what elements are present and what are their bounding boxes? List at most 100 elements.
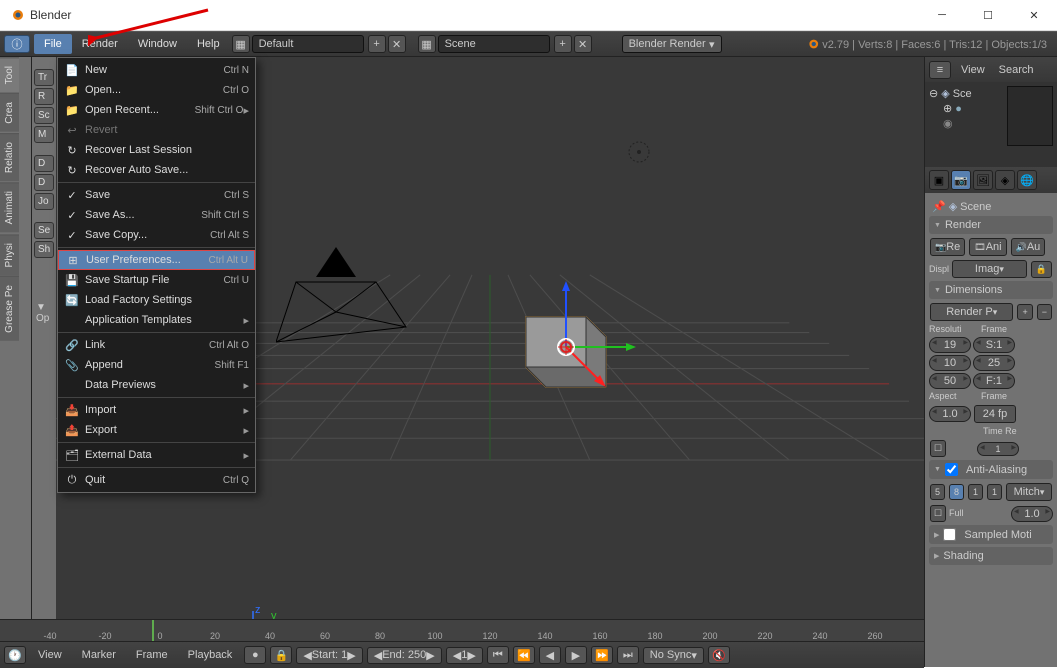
tool-join[interactable]: Jo bbox=[34, 193, 54, 210]
file-menu-link[interactable]: 🔗LinkCtrl Alt O bbox=[58, 335, 255, 355]
res-pct[interactable]: 50 bbox=[929, 373, 971, 389]
animation-button[interactable]: 🎞Ani bbox=[969, 238, 1006, 256]
file-menu-load-factory-settings[interactable]: 🔄Load Factory Settings bbox=[58, 290, 255, 310]
toolshelf-tab-relations[interactable]: Relatio bbox=[0, 133, 19, 181]
keyframe-lock-icon[interactable]: 🔒 bbox=[270, 646, 292, 664]
timeline-type-icon[interactable]: 🕐 bbox=[4, 646, 26, 664]
file-menu-open-recent[interactable]: 📁Open Recent...Shift Ctrl O▸ bbox=[58, 100, 255, 120]
aa-8[interactable]: 8 bbox=[949, 484, 964, 500]
play-icon[interactable]: ▶ bbox=[565, 646, 587, 664]
add-layout-button[interactable]: + bbox=[368, 35, 386, 53]
tool-duplicate[interactable]: D bbox=[34, 155, 54, 172]
prop-tab-camera[interactable]: 📷 bbox=[951, 170, 971, 190]
scene-browse-icon[interactable]: ▦ bbox=[418, 35, 436, 53]
layout-dropdown[interactable]: Default bbox=[252, 35, 364, 53]
file-menu-recover-auto-save[interactable]: ↻Recover Auto Save... bbox=[58, 160, 255, 180]
prop-tab-render[interactable]: ▣ bbox=[929, 170, 949, 190]
audio-button[interactable]: 🔊Au bbox=[1011, 238, 1046, 256]
preset-add[interactable]: + bbox=[1017, 304, 1032, 320]
screen-browse-icon[interactable]: ▦ bbox=[232, 35, 250, 53]
prop-tab-renderlayers[interactable]: 🖼 bbox=[973, 170, 993, 190]
play-reverse-icon[interactable]: ◀ bbox=[539, 646, 561, 664]
border-checkbox[interactable]: ☐ bbox=[930, 440, 946, 457]
file-menu-application-templates[interactable]: Application Templates▸ bbox=[58, 310, 255, 330]
sampled-motion-header[interactable]: Sampled Moti bbox=[929, 525, 1053, 544]
toolshelf-tab-greasepencil[interactable]: Grease Pe bbox=[0, 276, 19, 341]
add-scene-button[interactable]: + bbox=[554, 35, 572, 53]
jump-start-icon[interactable]: ⏮ bbox=[487, 646, 509, 664]
scene-dropdown[interactable]: Scene bbox=[438, 35, 550, 53]
file-menu-revert[interactable]: ↩Revert bbox=[58, 120, 255, 140]
aa-checkbox[interactable] bbox=[945, 463, 958, 476]
menu-window[interactable]: Window bbox=[128, 34, 187, 54]
jump-end-icon[interactable]: ⏭ bbox=[617, 646, 639, 664]
render-preset-dropdown[interactable]: Render P ▾ bbox=[930, 303, 1013, 321]
file-menu-new[interactable]: 📄NewCtrl N bbox=[58, 60, 255, 80]
filter-size[interactable]: 1.0 bbox=[1011, 506, 1053, 522]
display-dropdown[interactable]: Imag ▾ bbox=[952, 260, 1027, 278]
shading-header[interactable]: Shading bbox=[929, 547, 1053, 565]
remove-layout-button[interactable]: ✕ bbox=[388, 35, 406, 53]
aa-5[interactable]: 5 bbox=[930, 484, 945, 500]
file-menu-save-as[interactable]: ✓Save As...Shift Ctrl S bbox=[58, 205, 255, 225]
outliner-tree[interactable]: ⊖◈Sce ⊕● ◉ bbox=[925, 82, 1057, 167]
fps-dropdown[interactable]: 24 fp bbox=[974, 405, 1016, 423]
file-menu-data-previews[interactable]: Data Previews▸ bbox=[58, 375, 255, 395]
info-editor-icon[interactable]: ⓘ bbox=[4, 35, 30, 53]
tl-marker[interactable]: Marker bbox=[74, 649, 124, 661]
timeline-ruler[interactable]: -40-200204060801001201401601802002202402… bbox=[0, 620, 924, 642]
toolshelf-tab-tools[interactable]: Tool bbox=[0, 57, 19, 92]
aa-16[interactable]: 1 bbox=[987, 484, 1002, 500]
frame-start[interactable]: S:1 bbox=[973, 337, 1015, 353]
minimize-button[interactable]: ─ bbox=[919, 0, 965, 30]
step-back-icon[interactable]: ⏪ bbox=[513, 646, 535, 664]
file-menu-append[interactable]: 📎AppendShift F1 bbox=[58, 355, 255, 375]
playhead[interactable] bbox=[152, 620, 154, 641]
menu-render[interactable]: Render bbox=[72, 34, 128, 54]
tl-view[interactable]: View bbox=[30, 649, 70, 661]
maximize-button[interactable]: ☐ bbox=[965, 0, 1011, 30]
tool-shade[interactable]: Sh bbox=[34, 241, 54, 258]
file-menu-open[interactable]: 📁Open...Ctrl O bbox=[58, 80, 255, 100]
render-section-header[interactable]: Render bbox=[929, 216, 1053, 234]
file-menu-recover-last-session[interactable]: ↻Recover Last Session bbox=[58, 140, 255, 160]
time-remap[interactable]: 1 bbox=[977, 442, 1019, 456]
tool-translate[interactable]: Tr bbox=[34, 69, 54, 86]
frame-start-field[interactable]: ◀ Start: 1 ▶ bbox=[296, 647, 362, 664]
render-button[interactable]: 📷Re bbox=[930, 238, 965, 256]
preset-remove[interactable]: − bbox=[1037, 304, 1052, 320]
operator-panel-header[interactable]: ▼ Op bbox=[32, 298, 56, 328]
tool-scale[interactable]: Sc bbox=[34, 107, 54, 124]
file-menu-save-copy[interactable]: ✓Save Copy...Ctrl Alt S bbox=[58, 225, 255, 245]
tl-frame[interactable]: Frame bbox=[128, 649, 176, 661]
outliner-view[interactable]: View bbox=[957, 64, 989, 76]
tool-delete[interactable]: D bbox=[34, 174, 54, 191]
file-menu-export[interactable]: 📤Export▸ bbox=[58, 420, 255, 440]
tool-rotate[interactable]: R bbox=[34, 88, 54, 105]
sync-dropdown[interactable]: No Sync ▾ bbox=[643, 647, 704, 664]
toolshelf-tab-create[interactable]: Crea bbox=[0, 93, 19, 132]
tool-set[interactable]: Se bbox=[34, 222, 54, 239]
tool-mirror[interactable]: M bbox=[34, 126, 54, 143]
res-y[interactable]: 10 bbox=[929, 355, 971, 371]
toolshelf-tab-physics[interactable]: Physi bbox=[0, 234, 19, 275]
res-x[interactable]: 19 bbox=[929, 337, 971, 353]
file-menu-quit[interactable]: ⏻QuitCtrl Q bbox=[58, 470, 255, 490]
file-menu-import[interactable]: 📥Import▸ bbox=[58, 400, 255, 420]
menu-help[interactable]: Help bbox=[187, 34, 230, 54]
step-fwd-icon[interactable]: ⏩ bbox=[591, 646, 613, 664]
aa-section-header[interactable]: Anti-Aliasing bbox=[929, 460, 1053, 479]
frame-step[interactable]: F:1 bbox=[973, 373, 1015, 389]
aspect-x[interactable]: 1.0 bbox=[929, 406, 971, 422]
frame-current-field[interactable]: ◀ 1 ▶ bbox=[446, 647, 483, 664]
dimensions-section-header[interactable]: Dimensions bbox=[929, 281, 1053, 299]
remove-scene-button[interactable]: ✕ bbox=[574, 35, 592, 53]
prop-tab-scene[interactable]: ◈ bbox=[995, 170, 1015, 190]
outliner-search[interactable]: Search bbox=[995, 64, 1038, 76]
file-menu-save[interactable]: ✓SaveCtrl S bbox=[58, 185, 255, 205]
pin-icon[interactable]: 📌 bbox=[932, 200, 946, 213]
render-engine-dropdown[interactable]: Blender Render▾ bbox=[622, 35, 722, 53]
frame-end[interactable]: 25 bbox=[973, 355, 1015, 371]
aa-11[interactable]: 1 bbox=[968, 484, 983, 500]
auto-keyframe-icon[interactable]: ● bbox=[244, 646, 266, 664]
